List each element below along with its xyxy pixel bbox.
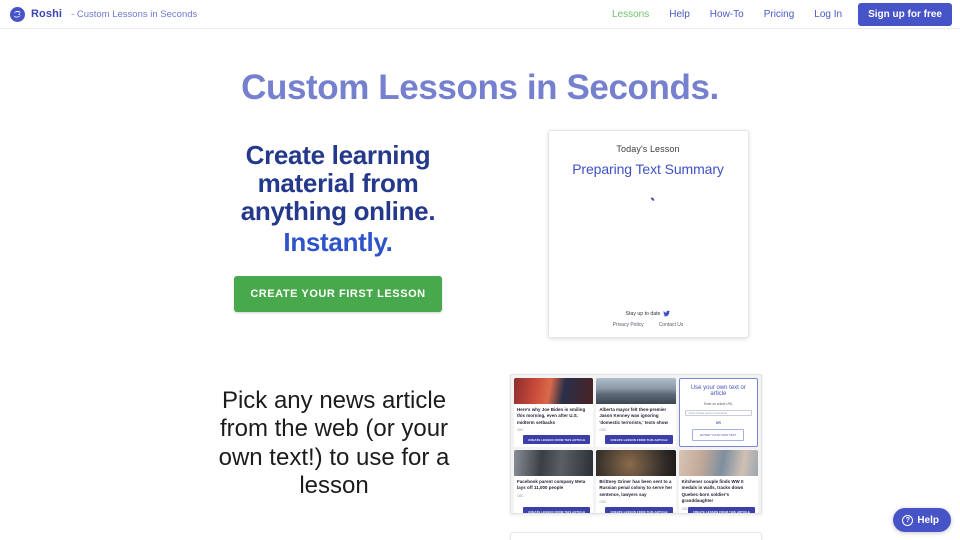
create-lesson-from-article-button[interactable]: CREATE LESSON FROM THIS ARTICLE <box>605 435 673 444</box>
article-headline: Here's why Joe Biden is smiling this mor… <box>517 407 586 425</box>
help-widget-label: Help <box>917 514 939 526</box>
nav-link-lessons[interactable]: Lessons <box>602 5 659 24</box>
pick-article-section: Pick any news article from the web (or y… <box>0 374 960 514</box>
question-circle-icon: ? <box>902 514 914 526</box>
loading-spinner-icon <box>644 190 655 202</box>
twitter-bird-icon[interactable] <box>663 310 671 317</box>
hero-left-column: Create learning material from anything o… <box>212 130 465 313</box>
nav-link-how-to[interactable]: How-To <box>700 5 754 24</box>
article-source: CBC <box>599 500 607 505</box>
article-thumbnail <box>514 450 594 476</box>
use-own-text-card[interactable]: Use your own text or article Enter an ar… <box>678 378 758 447</box>
pick-article-heading: Pick any news article from the web (or y… <box>218 387 450 499</box>
nav-link-help[interactable]: Help <box>659 5 700 24</box>
or-divider: OR <box>715 421 721 425</box>
stay-up-to-date-row[interactable]: Stay up to date <box>549 310 748 317</box>
article-headline: Kitchener couple finds WW II medals in w… <box>681 479 744 504</box>
enter-your-own-text-button[interactable]: ENTER YOUR OWN TEXT <box>692 429 745 441</box>
article-card[interactable]: Facebook parent company Meta lays off 11… <box>514 450 594 513</box>
article-thumbnail <box>596 450 676 476</box>
help-widget-button[interactable]: ? Help <box>893 508 951 532</box>
create-your-first-lesson-button[interactable]: CREATE YOUR FIRST LESSON <box>234 276 442 313</box>
lesson-card-footer-links: Privacy Policy Contact Us <box>549 322 748 328</box>
article-card[interactable]: Here's why Joe Biden is smiling this mor… <box>514 378 594 447</box>
next-section-partial <box>0 514 960 540</box>
article-source: CBC <box>517 428 524 433</box>
hero-section: Create learning material from anything o… <box>0 130 960 338</box>
article-card[interactable]: Brittney Griner has been sent to a Russi… <box>596 450 676 513</box>
hero-subtitle-line-2: material from <box>257 167 419 198</box>
article-thumbnail <box>596 378 676 404</box>
article-source: CBC <box>517 493 524 498</box>
article-grid: Here's why Joe Biden is smiling this mor… <box>510 374 762 514</box>
article-thumbnail <box>678 450 758 476</box>
article-thumbnail <box>514 378 594 404</box>
brand-name: Roshi <box>31 8 63 20</box>
section3-spacer <box>0 514 272 540</box>
article-card[interactable]: Kitchener couple finds WW II medals in w… <box>678 450 758 513</box>
nav-link-log-in[interactable]: Log In <box>804 5 852 24</box>
lesson-loading-spinner-wrap <box>549 190 748 202</box>
hero-subtitle-accent: Instantly. <box>283 227 393 258</box>
create-lesson-from-article-button[interactable]: CREATE LESSON FROM THIS ARTICLE <box>523 507 591 513</box>
hero-subtitle-line-1: Create learning <box>245 140 431 170</box>
hero-subtitle-line-3: anything online. <box>240 195 436 226</box>
privacy-policy-link[interactable]: Privacy Policy <box>613 322 644 328</box>
lesson-card-title: Preparing Text Summary <box>572 161 724 177</box>
page-title: Custom Lessons in Seconds. <box>241 68 719 107</box>
article-headline: Alberta mayor felt then-premier Jason Ke… <box>599 407 668 425</box>
lesson-card-kicker: Today's Lesson <box>616 144 680 154</box>
brand-logo-group[interactable]: Roshi - Custom Lessons in Seconds <box>10 6 198 22</box>
article-headline: Facebook parent company Meta lays off 11… <box>517 479 586 491</box>
roshi-swirl-logo-icon <box>10 6 25 22</box>
create-lesson-from-article-button[interactable]: CREATE LESSON FROM THIS ARTICLE <box>605 507 673 513</box>
use-own-text-title: Use your own text or article <box>690 385 746 397</box>
article-url-label: Enter an article URL <box>703 402 733 406</box>
bottom-partial-card <box>510 532 762 540</box>
hero-subtitle: Create learning material from anything o… <box>212 140 465 258</box>
article-source: CBC <box>599 428 607 433</box>
lesson-card-footer: Stay up to date Privacy Policy Contact U… <box>549 310 748 329</box>
stay-up-to-date-label: Stay up to date <box>625 310 661 317</box>
todays-lesson-card: Today's Lesson Preparing Text Summary St… <box>547 130 749 338</box>
nav-links-group: Lessons Help How-To Pricing Log In Sign … <box>602 2 952 26</box>
nav-link-pricing[interactable]: Pricing <box>754 5 805 24</box>
contact-us-link[interactable]: Contact Us <box>659 322 684 328</box>
sign-up-for-free-button[interactable]: Sign up for free <box>858 2 952 26</box>
article-url-input[interactable]: https://www.news.com/article <box>684 410 752 416</box>
create-lesson-from-article-button[interactable]: CREATE LESSON FROM THIS ARTICLE <box>687 507 755 513</box>
top-navigation-bar: Roshi - Custom Lessons in Seconds Lesson… <box>0 0 960 29</box>
article-headline: Brittney Griner has been sent to a Russi… <box>599 479 673 497</box>
create-lesson-from-article-button[interactable]: CREATE LESSON FROM THIS ARTICLE <box>523 435 591 444</box>
article-card[interactable]: Alberta mayor felt then-premier Jason Ke… <box>596 378 676 447</box>
brand-tagline: - Custom Lessons in Seconds <box>71 8 198 20</box>
